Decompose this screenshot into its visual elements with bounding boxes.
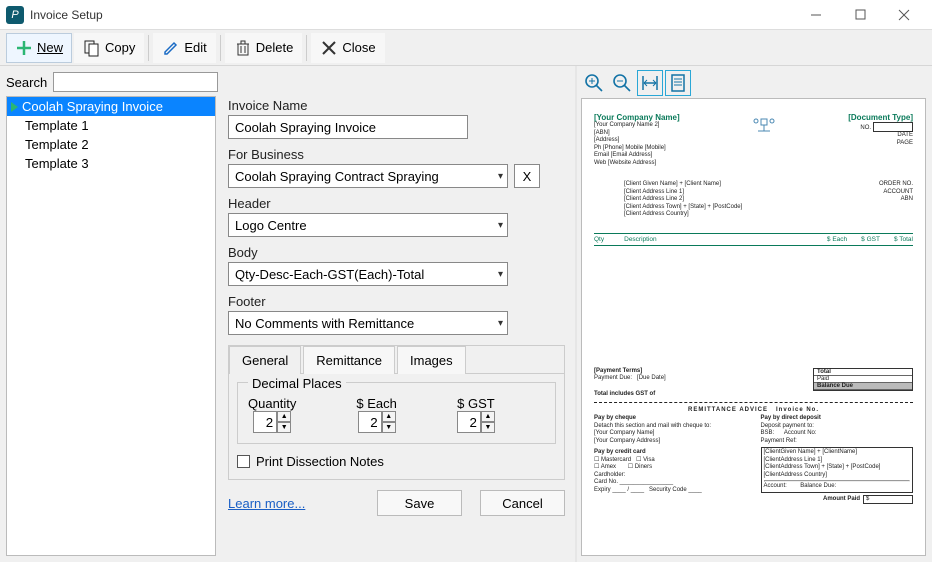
- list-item[interactable]: Template 1: [7, 116, 215, 135]
- footer-select[interactable]: No Comments with Remittance ▾: [228, 311, 508, 335]
- delete-button[interactable]: Delete: [225, 33, 303, 63]
- plus-icon: [15, 39, 33, 57]
- close-icon: [898, 9, 910, 21]
- tab-remittance[interactable]: Remittance: [303, 346, 395, 374]
- chevron-down-icon: ▾: [498, 220, 503, 231]
- decimal-places-group: Decimal Places Quantity ▲▼ $ Each: [237, 382, 556, 444]
- save-button[interactable]: Save: [377, 490, 462, 516]
- zoom-out-icon: [612, 73, 632, 93]
- header-select[interactable]: Logo Centre ▾: [228, 213, 508, 237]
- minimize-icon: [810, 9, 822, 21]
- list-item[interactable]: Template 2: [7, 135, 215, 154]
- body-select[interactable]: Qty-Desc-Each-GST(Each)-Total ▾: [228, 262, 508, 286]
- triangle-marker-icon: [11, 102, 18, 112]
- quantity-stepper[interactable]: ▲▼: [253, 411, 291, 433]
- search-label: Search: [6, 75, 47, 90]
- copy-button[interactable]: Copy: [74, 33, 144, 63]
- dissection-label: Print Dissection Notes: [256, 454, 384, 469]
- zoom-in-icon: [584, 73, 604, 93]
- x-icon: [320, 39, 338, 57]
- search-input[interactable]: [53, 72, 218, 92]
- copy-icon: [83, 39, 101, 57]
- list-item[interactable]: Template 3: [7, 154, 215, 173]
- toolbar: New Copy Edit Delete Close: [0, 30, 932, 66]
- up-arrow-icon[interactable]: ▲: [382, 411, 396, 422]
- clear-business-button[interactable]: X: [514, 164, 540, 188]
- invoice-name-label: Invoice Name: [228, 98, 565, 113]
- invoice-preview: [Your Company Name] [Your Company Name 2…: [581, 98, 926, 556]
- logo-placeholder-icon: [750, 113, 778, 137]
- body-label: Body: [228, 245, 565, 260]
- cancel-button[interactable]: Cancel: [480, 490, 565, 516]
- tab-images[interactable]: Images: [397, 346, 466, 374]
- close-button[interactable]: Close: [311, 33, 384, 63]
- zoom-out-button[interactable]: [609, 70, 635, 96]
- maximize-button[interactable]: [838, 0, 882, 30]
- title-bar: P Invoice Setup: [0, 0, 932, 30]
- header-label: Header: [228, 196, 565, 211]
- each-label: $ Each: [356, 396, 396, 411]
- fit-page-button[interactable]: [665, 70, 691, 96]
- pencil-icon: [162, 39, 180, 57]
- edit-button[interactable]: Edit: [153, 33, 215, 63]
- preview-toolbar: [581, 70, 926, 98]
- app-icon: P: [6, 6, 24, 24]
- page-icon: [668, 73, 688, 93]
- gst-label: $ GST: [457, 396, 495, 411]
- gst-stepper[interactable]: ▲▼: [457, 411, 495, 433]
- learn-more-link[interactable]: Learn more...: [228, 496, 305, 511]
- chevron-down-icon: ▾: [498, 269, 503, 280]
- close-window-button[interactable]: [882, 0, 926, 30]
- new-button[interactable]: New: [6, 33, 72, 63]
- fit-width-button[interactable]: [637, 70, 663, 96]
- zoom-in-button[interactable]: [581, 70, 607, 96]
- maximize-icon: [855, 9, 866, 20]
- dissection-checkbox[interactable]: [237, 455, 250, 468]
- footer-label: Footer: [228, 294, 565, 309]
- tab-general[interactable]: General: [229, 346, 301, 374]
- down-arrow-icon[interactable]: ▼: [481, 422, 495, 433]
- quantity-label: Quantity: [248, 396, 296, 411]
- chevron-down-icon: ▾: [498, 171, 503, 182]
- invoice-name-input[interactable]: [228, 115, 468, 139]
- for-business-select[interactable]: Coolah Spraying Contract Spraying ▾: [228, 164, 508, 188]
- form-pane: Invoice Name For Business Coolah Sprayin…: [216, 96, 565, 556]
- window-title: Invoice Setup: [30, 8, 794, 22]
- up-arrow-icon[interactable]: ▲: [481, 411, 495, 422]
- minimize-button[interactable]: [794, 0, 838, 30]
- list-item[interactable]: Coolah Spraying Invoice: [7, 97, 215, 116]
- for-business-label: For Business: [228, 147, 565, 162]
- chevron-down-icon: ▾: [498, 318, 503, 329]
- trash-icon: [234, 39, 252, 57]
- down-arrow-icon[interactable]: ▼: [277, 422, 291, 433]
- up-arrow-icon[interactable]: ▲: [277, 411, 291, 422]
- each-stepper[interactable]: ▲▼: [358, 411, 396, 433]
- down-arrow-icon[interactable]: ▼: [382, 422, 396, 433]
- template-list[interactable]: Coolah Spraying Invoice Template 1 Templ…: [6, 96, 216, 556]
- fit-width-icon: [640, 73, 660, 93]
